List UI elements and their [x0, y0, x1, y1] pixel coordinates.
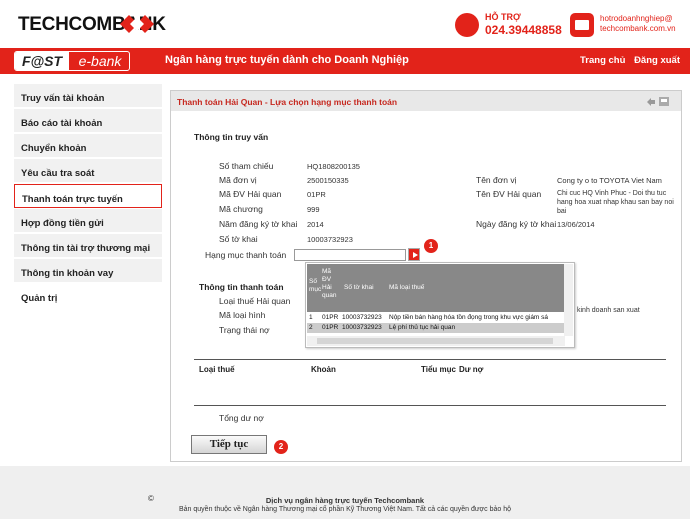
sidebar-item-account-inquiry[interactable]: Truy vấn tài khoản — [14, 84, 162, 108]
popup-row-decl: 10003732923 — [342, 324, 382, 331]
top-header: TECHCOMBANK HỖ TRỢ 024.39448858 hotrodoa… — [0, 0, 690, 46]
popup-row-desc: Lệ phí thủ tục hải quan — [389, 324, 456, 331]
col-sub-item: Tiểu mục — [421, 365, 456, 374]
popup-row-no: 1 — [309, 314, 313, 321]
chapter-label: Mã chương — [219, 204, 263, 214]
fast-ebank-logo: F@ST e-bank — [14, 51, 130, 71]
ref-label: Số tham chiếu — [219, 161, 274, 171]
panel-header: Thanh toán Hải Quan - Lựa chọn hạng mục … — [171, 91, 681, 111]
category-select-button[interactable] — [408, 248, 420, 261]
popup-header: Số mục Mã ĐV Hải quan Số tờ khai Mã loại… — [307, 264, 565, 312]
top-links: Trang chủ Đăng xuất — [574, 55, 680, 66]
divider — [194, 405, 666, 406]
sidebar-item-loan-info[interactable]: Thông tin khoản vay — [14, 259, 162, 283]
category-popup[interactable]: Số mục Mã ĐV Hải quan Số tờ khai Mã loại… — [305, 262, 575, 348]
nav-banner: F@ST e-bank Ngân hàng trực tuyến dành ch… — [0, 48, 690, 74]
popup-col-customs: Mã ĐV Hải quan — [322, 268, 337, 299]
customs-name-label: Tên ĐV Hải quan — [476, 189, 542, 199]
debt-status-label: Trạng thái nợ — [219, 325, 270, 335]
support-email-box[interactable]: hotrodoanhnghiep@ techcombank.com.vn — [570, 12, 682, 38]
footer: © Dịch vụ ngân hàng trực tuyến Techcomba… — [0, 466, 690, 519]
techcombank-diamond-icon — [120, 15, 154, 33]
phone-icon — [455, 13, 479, 37]
category-input[interactable] — [294, 249, 406, 261]
popup-horizontal-scrollbar[interactable] — [307, 336, 565, 346]
total-debt-label: Tổng dư nợ — [219, 413, 264, 423]
footer-line-2: Bản quyền thuộc về Ngân hàng Thương mại … — [178, 506, 511, 513]
fast-label: F@ST — [15, 52, 69, 70]
popup-row-desc: Nộp tiền bán hàng hóa tồn đọng trong khu… — [389, 314, 549, 321]
popup-col-taxcode: Mã loại thuế — [389, 284, 425, 291]
logout-link[interactable]: Đăng xuất — [634, 55, 680, 66]
reg-date-label: Ngày đăng ký tờ khai — [476, 219, 557, 229]
popup-row[interactable]: 1 01PR 10003732923 Nộp tiền bán hàng hóa… — [307, 313, 565, 323]
hotline-box: HỖ TRỢ 024.39448858 — [455, 12, 562, 38]
page-title: Thanh toán Hải Quan - Lựa chọn hạng mục … — [177, 97, 398, 107]
step-2-badge: 2 — [274, 440, 288, 454]
step-1-badge: 1 — [424, 239, 438, 253]
type-code-label: Mã loại hình — [219, 310, 266, 320]
popup-row-no: 2 — [309, 324, 313, 331]
mail-icon — [570, 13, 594, 37]
popup-col-decl: Số tờ khai — [344, 284, 374, 291]
sidebar-item-admin[interactable]: Quản trị — [14, 284, 162, 308]
year-value: 2014 — [307, 220, 324, 229]
popup-row-code: 01PR — [322, 314, 339, 321]
home-link[interactable]: Trang chủ — [580, 55, 625, 66]
sidebar-item-inquiry-request[interactable]: Yêu cầu tra soát — [14, 159, 162, 183]
category-label: Hạng mục thanh toán — [205, 250, 287, 260]
unit-code-value: 2500150335 — [307, 176, 349, 185]
popup-row-code: 01PR — [322, 324, 339, 331]
year-label: Năm đăng ký tờ khai — [219, 219, 298, 229]
unit-name-label: Tên đơn vị — [476, 175, 517, 185]
hotline-label: HỖ TRỢ — [485, 12, 521, 22]
col-item: Khoản — [311, 365, 336, 374]
chapter-value: 999 — [307, 205, 320, 214]
email-line-2: techcombank.com.vn — [600, 24, 676, 33]
sidebar-item-transfer[interactable]: Chuyển khoản — [14, 134, 162, 158]
query-info-title: Thông tin truy vấn — [194, 132, 269, 142]
continue-button[interactable]: Tiếp tục — [191, 435, 267, 454]
unit-name-value: Cong ty o to TOYOTA Viet Nam — [557, 176, 662, 185]
popup-row-decl: 10003732923 — [342, 314, 382, 321]
customs-name-value: Chi cuc HQ Vinh Phuc - Doi thu tuc hang … — [557, 190, 674, 215]
popup-col-no: Số mục — [309, 278, 322, 293]
customs-code-label: Mã ĐV Hải quan — [219, 189, 282, 199]
ref-value: HQ1808200135 — [307, 162, 360, 171]
sidebar-item-online-payment[interactable]: Thanh toán trực tuyến — [14, 184, 162, 208]
print-icon[interactable] — [645, 95, 671, 108]
main-panel: Thanh toán Hải Quan - Lựa chọn hạng mục … — [170, 90, 682, 462]
sidebar-item-account-report[interactable]: Báo cáo tài khoản — [14, 109, 162, 133]
popup-vertical-scrollbar[interactable] — [564, 264, 573, 336]
payment-info-title: Thông tin thanh toán — [199, 282, 284, 292]
footer-line-1: Dịch vụ ngân hàng trực tuyến Techcombank — [265, 496, 425, 505]
popup-row[interactable]: 2 01PR 10003732923 Lệ phí thủ tục hải qu… — [307, 323, 565, 333]
decl-no-label: Số tờ khai — [219, 234, 258, 244]
decl-no-value: 10003732923 — [307, 235, 353, 244]
col-tax-type: Loại thuế — [199, 365, 235, 374]
unit-code-label: Mã đơn vị — [219, 175, 257, 185]
tagline: Ngân hàng trực tuyến dành cho Doanh Nghi… — [165, 54, 409, 66]
reg-date-value: 13/06/2014 — [557, 220, 595, 229]
scroll-thumb[interactable] — [317, 338, 553, 344]
divider — [194, 359, 666, 360]
col-debt: Dư nợ — [459, 365, 484, 374]
sidebar-item-trade-finance[interactable]: Thông tin tài trợ thương mại — [14, 234, 162, 258]
sidebar: Truy vấn tài khoản Báo cáo tài khoản Chu… — [14, 84, 162, 454]
ebank-label: e-bank — [78, 53, 122, 69]
customs-type-label: Loại thuế Hải quan — [219, 296, 291, 306]
sidebar-item-deposit-contract[interactable]: Hợp đồng tiền gửi — [14, 209, 162, 233]
email-line-1: hotrodoanhnghiep@ — [600, 14, 673, 23]
hotline-number: 024.39448858 — [485, 23, 562, 37]
customs-code-value: 01PR — [307, 190, 326, 199]
type-desc-value: kinh doanh san xuat — [577, 307, 640, 314]
